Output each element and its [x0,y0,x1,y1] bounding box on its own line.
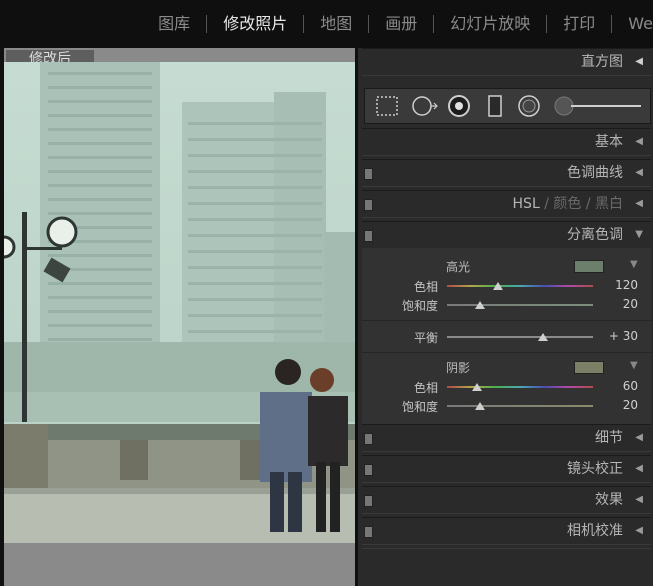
collapse-triangle-icon[interactable]: ◀ [635,191,643,217]
camera-calibration-header[interactable]: 相机校准 ◀ [362,517,651,545]
tone-curve-header[interactable]: 色调曲线 ◀ [362,159,651,187]
module-library[interactable]: 图库 [142,0,206,48]
photo-image[interactable] [4,62,355,543]
panel-toggle-switch[interactable] [364,495,373,507]
shadows-saturation-slider[interactable] [447,405,593,407]
effects-header[interactable]: 效果 ◀ [362,486,651,514]
crop-icon[interactable] [376,96,398,116]
collapse-triangle-icon[interactable]: ◀ [635,425,643,451]
spot-removal-icon[interactable] [412,96,438,116]
highlights-hue-label: 色相 [413,280,438,294]
basic-title: 基本 [595,134,623,150]
photo-illustration [4,62,355,543]
hsl-tabs: HSL / 颜色 / 黑白 [513,191,623,217]
collapse-triangle-icon[interactable]: ◀ [635,160,643,186]
module-bar: 图库 修改照片 地图 画册 幻灯片放映 打印 We [0,0,653,48]
lens-correction-header[interactable]: 镜头校正 ◀ [362,455,651,483]
shadows-hue-slider[interactable] [447,386,593,388]
balance-value[interactable]: + 30 [598,329,638,343]
radial-filter-icon[interactable] [518,95,540,117]
detail-header[interactable]: 细节 ◀ [362,424,651,452]
highlights-saturation-slider[interactable] [447,304,593,306]
balance-label: 平衡 [413,331,438,345]
tool-strip [364,88,651,124]
module-nav: 图库 修改照片 地图 画册 幻灯片放映 打印 We [142,0,653,48]
tab-black-white[interactable]: 黑白 [595,196,623,212]
shadows-hue-value[interactable]: 60 [598,379,638,393]
histogram-header[interactable]: 直方图 ◀ [362,48,651,76]
highlights-saturation-value[interactable]: 20 [598,297,638,311]
basic-header[interactable]: 基本 ◀ [362,128,651,156]
shadows-saturation-label: 饱和度 [401,400,438,414]
adjustment-brush-icon[interactable] [554,96,641,116]
highlights-hue-slider[interactable] [447,285,593,287]
panel-bottom-divider [362,548,651,549]
highlights-hue-thumb[interactable] [493,282,503,290]
panel-toggle-switch[interactable] [364,230,373,242]
shadows-label: 阴影 [446,361,471,375]
divider [362,352,651,353]
collapse-triangle-icon[interactable]: ◀ [635,456,643,482]
panel-toggle-switch[interactable] [364,464,373,476]
tab-separator: / [585,196,591,212]
highlights-expand-icon[interactable]: ▼ [630,259,638,270]
module-slideshow[interactable]: 幻灯片放映 [434,0,546,48]
shadows-color-swatch[interactable] [574,361,604,374]
histogram-title: 直方图 [581,54,623,70]
module-map[interactable]: 地图 [304,0,368,48]
shadows-saturation-thumb[interactable] [475,402,485,410]
hsl-header[interactable]: HSL / 颜色 / 黑白 ◀ [362,190,651,218]
develop-panel: 直方图 ◀ 基本 ◀ 色调曲线 ◀ HSL / 颜色 / 黑白 ◀ 分离色调 ▼… [356,48,653,586]
split-toning-header[interactable]: 分离色调 ▼ [362,221,651,249]
graduated-filter-icon[interactable] [488,95,502,117]
collapse-triangle-icon[interactable]: ◀ [635,129,643,155]
module-develop[interactable]: 修改照片 [207,0,303,48]
tab-separator: / [544,196,549,212]
highlights-saturation-label: 饱和度 [401,299,438,313]
panel-toggle-switch[interactable] [364,168,373,180]
collapse-triangle-icon[interactable]: ◀ [635,49,643,75]
module-web[interactable]: We [612,0,653,48]
panel-toggle-switch[interactable] [364,199,373,211]
module-book[interactable]: 画册 [369,0,433,48]
highlights-saturation-thumb[interactable] [475,301,485,309]
panel-toggle-switch[interactable] [364,433,373,445]
shadows-hue-label: 色相 [413,381,438,395]
tab-color[interactable]: 颜色 [553,196,581,212]
shadows-saturation-value[interactable]: 20 [598,398,638,412]
expand-triangle-icon[interactable]: ▼ [635,222,643,248]
camera-calibration-title: 相机校准 [567,523,623,539]
shadows-hue-thumb[interactable] [472,383,482,391]
effects-title: 效果 [595,492,623,508]
tone-curve-title: 色调曲线 [567,165,623,181]
split-toning-title: 分离色调 [567,227,623,243]
divider [362,320,651,321]
panel-toggle-switch[interactable] [364,526,373,538]
collapse-triangle-icon[interactable]: ◀ [635,487,643,513]
lens-correction-title: 镜头校正 [567,461,623,477]
detail-title: 细节 [595,430,623,446]
red-eye-icon[interactable] [448,95,470,117]
module-print[interactable]: 打印 [547,0,611,48]
split-toning-panel: 高光 ▼ 色相 120 饱和度 20 平衡 + 30 阴影 ▼ 色相 60 饱和… [362,248,651,424]
shadows-expand-icon[interactable]: ▼ [630,360,638,371]
balance-slider[interactable] [447,336,593,338]
highlights-color-swatch[interactable] [574,260,604,273]
tab-hsl[interactable]: HSL [513,196,540,212]
highlights-hue-value[interactable]: 120 [598,278,638,292]
collapse-triangle-icon[interactable]: ◀ [635,518,643,544]
highlights-label: 高光 [446,260,471,274]
balance-thumb[interactable] [538,333,548,341]
